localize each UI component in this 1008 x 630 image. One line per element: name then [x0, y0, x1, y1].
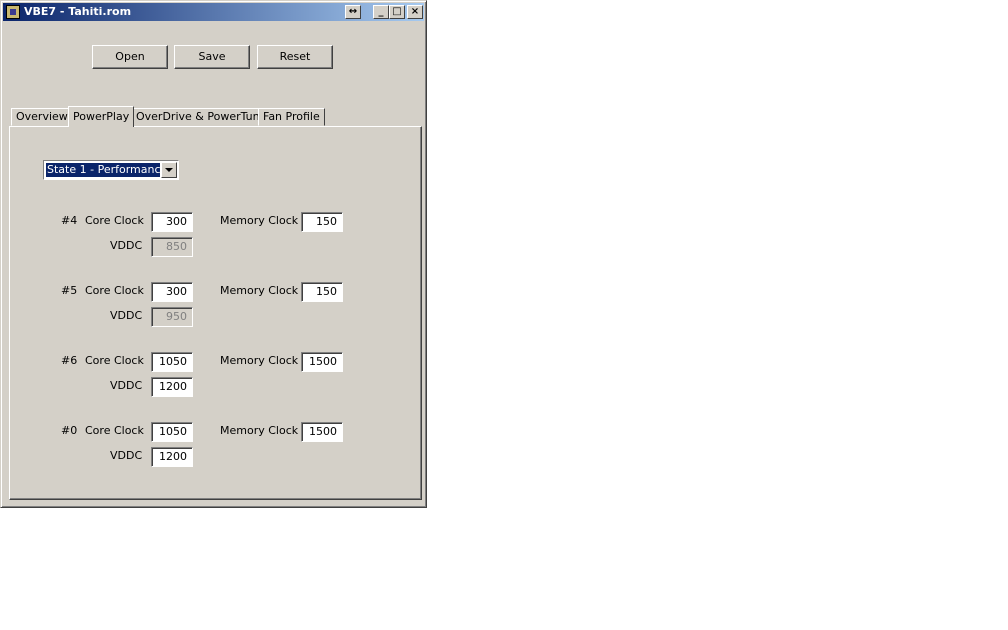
state-id-label: #5 — [61, 284, 78, 297]
core-clock-field[interactable]: 1050 — [151, 422, 193, 442]
core-clock-label: Core Clock — [85, 284, 144, 297]
state-select-value: State 1 - Performance — [46, 163, 160, 177]
save-button[interactable]: Save — [174, 45, 250, 69]
title-bar[interactable]: VBE7 - Tahiti.rom ↔ _ □ × — [3, 3, 424, 21]
core-clock-label: Core Clock — [85, 214, 144, 227]
app-icon[interactable] — [6, 5, 20, 19]
memory-clock-field[interactable]: 150 — [301, 282, 343, 302]
reset-button[interactable]: Reset — [257, 45, 333, 69]
state-id-label: #4 — [61, 214, 78, 227]
memory-clock-field[interactable]: 1500 — [301, 352, 343, 372]
close-button[interactable]: × — [407, 5, 423, 19]
state-id-label: #0 — [61, 424, 78, 437]
vddc-field[interactable]: 1200 — [151, 447, 193, 467]
maximize-button[interactable]: □ — [389, 5, 405, 19]
tab-powerplay[interactable]: PowerPlay — [68, 106, 135, 127]
tab-overdrive-powertune[interactable]: OverDrive & PowerTune — [131, 108, 272, 126]
chevron-down-icon[interactable] — [161, 162, 177, 178]
vddc-label: VDDC — [110, 449, 143, 462]
memory-clock-label: Memory Clock — [220, 284, 299, 297]
core-clock-label: Core Clock — [85, 354, 144, 367]
core-clock-label: Core Clock — [85, 424, 144, 437]
powerplay-panel — [9, 126, 422, 500]
state-select[interactable]: State 1 - Performance — [43, 160, 179, 180]
tab-fan-profile[interactable]: Fan Profile — [258, 108, 325, 126]
vddc-label: VDDC — [110, 379, 143, 392]
vddc-label: VDDC — [110, 309, 143, 322]
memory-clock-label: Memory Clock — [220, 424, 299, 437]
open-button[interactable]: Open — [92, 45, 168, 69]
vddc-field: 850 — [151, 237, 193, 257]
core-clock-field[interactable]: 1050 — [151, 352, 193, 372]
tab-overview[interactable]: Overview — [11, 108, 73, 126]
window-title: VBE7 - Tahiti.rom — [24, 5, 132, 18]
memory-clock-field[interactable]: 150 — [301, 212, 343, 232]
memory-clock-label: Memory Clock — [220, 214, 299, 227]
app-window: VBE7 - Tahiti.rom ↔ _ □ × Open Save Rese… — [0, 0, 427, 508]
minimize-button[interactable]: _ — [373, 5, 389, 19]
vddc-field[interactable]: 1200 — [151, 377, 193, 397]
core-clock-field[interactable]: 300 — [151, 212, 193, 232]
core-clock-field[interactable]: 300 — [151, 282, 193, 302]
memory-clock-label: Memory Clock — [220, 354, 299, 367]
state-id-label: #6 — [61, 354, 78, 367]
memory-clock-field[interactable]: 1500 — [301, 422, 343, 442]
vddc-label: VDDC — [110, 239, 143, 252]
resize-icon[interactable]: ↔ — [345, 5, 361, 19]
vddc-field: 950 — [151, 307, 193, 327]
